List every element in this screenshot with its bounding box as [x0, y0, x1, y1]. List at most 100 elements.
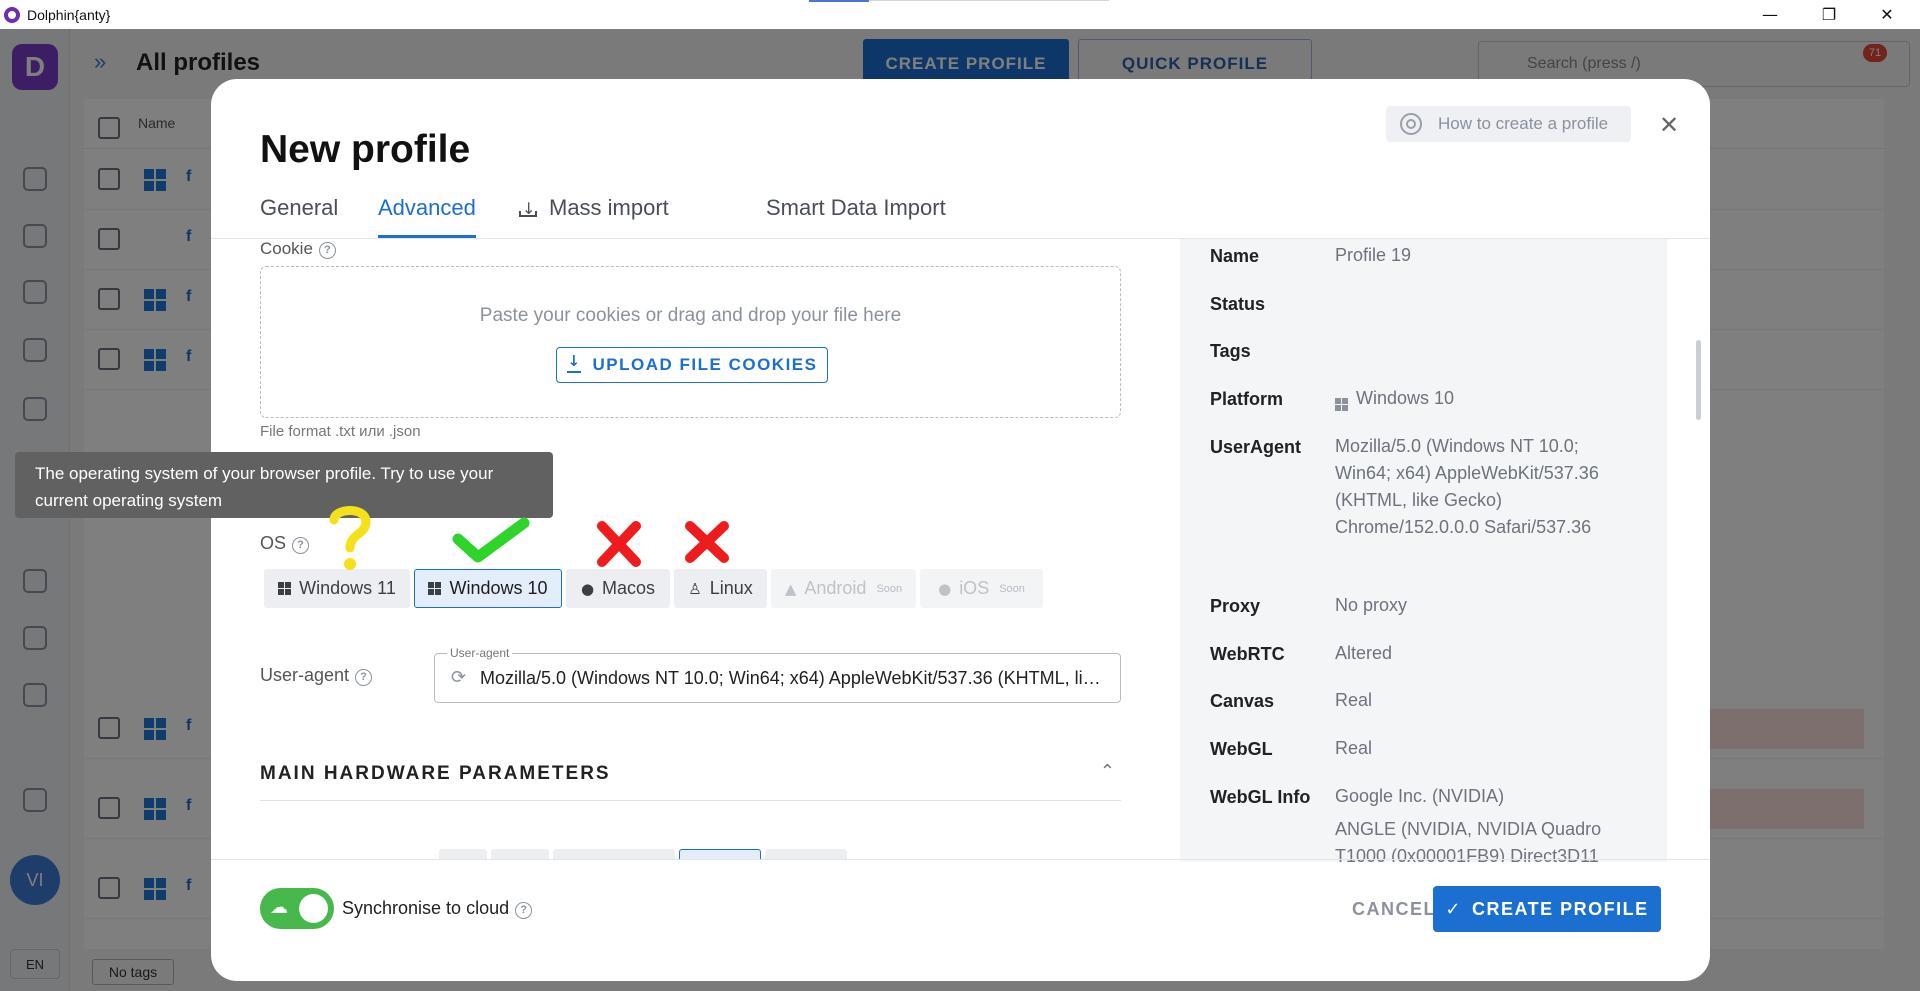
linux-icon: ♙	[688, 579, 702, 598]
app-logo-icon	[4, 6, 20, 23]
user-agent-field-label: User-agent	[447, 646, 513, 660]
os-option-windows-10[interactable]: Windows 10	[414, 569, 562, 608]
hardware-section-header[interactable]: MAIN HARDWARE PARAMETERS ⌃	[260, 761, 1121, 801]
cookie-label-text: Cookie	[260, 239, 313, 258]
summary-key: Canvas	[1210, 691, 1275, 711]
chevron-up-icon[interactable]: ⌃	[1100, 761, 1115, 782]
titlebar-accent-line	[869, 0, 1109, 1]
cross-annotation-icon	[597, 521, 641, 567]
os-option-label: Macos	[602, 578, 656, 598]
user-agent-input[interactable]: User-agent ⟳ Mozilla/5.0 (Windows NT 10.…	[434, 646, 1121, 703]
hardware-chip[interactable]	[439, 849, 487, 859]
summary-key: Tags	[1210, 341, 1251, 361]
upload-cookies-label: UPLOAD FILE COOKIES	[592, 355, 818, 374]
summary-value: Real	[1335, 690, 1373, 710]
summary-key: WebRTC	[1210, 644, 1285, 664]
summary-key: Platform	[1210, 389, 1284, 409]
os-option-windows-11[interactable]: Windows 11	[264, 569, 410, 608]
cloud-icon: ☁	[270, 897, 288, 918]
summary-value: Mozilla/5.0 (Windows NT 10.0; Win64; x64…	[1335, 436, 1599, 537]
summary-value: Profile 19	[1335, 245, 1412, 265]
new-profile-dialog: How to create a profile ✕ New profile Ge…	[211, 79, 1710, 981]
os-option-ios: ● iOS Soon	[920, 569, 1043, 608]
question-annotation-icon	[329, 506, 371, 570]
os-option-label: Android	[804, 578, 867, 598]
summary-platform-value: Windows 10	[1335, 385, 1635, 412]
tab-mass-import[interactable]: Mass import	[519, 192, 669, 238]
os-label: OS?	[260, 533, 310, 554]
cookie-help-icon[interactable]: ?	[318, 242, 336, 259]
soon-badge: Soon	[876, 582, 903, 595]
os-option-android: ▲ Android Soon	[771, 569, 916, 608]
cookie-dropzone-hint: Paste your cookies or drag and drop your…	[479, 305, 902, 326]
os-option-label: Linux	[709, 578, 753, 598]
summary-key: WebGL	[1210, 739, 1273, 759]
user-agent-label-text: User-agent	[260, 665, 350, 685]
soon-badge: Soon	[999, 582, 1025, 595]
how-to-create-label: How to create a profile	[1438, 114, 1609, 133]
os-label-text: OS	[260, 533, 287, 553]
summary-key: UserAgent	[1210, 437, 1302, 457]
summary-key: Status	[1210, 294, 1266, 314]
maximize-button[interactable]: ❐	[1805, 0, 1853, 29]
windows-icon	[1335, 398, 1348, 411]
os-help-icon[interactable]: ?	[292, 537, 310, 554]
refresh-icon[interactable]: ⟳	[451, 667, 466, 688]
tab-mass-import-label: Mass import	[549, 195, 669, 220]
os-option-label: iOS	[959, 578, 990, 598]
tab-general[interactable]: General	[260, 192, 338, 238]
cookie-dropzone[interactable]: Paste your cookies or drag and drop your…	[260, 266, 1121, 418]
hardware-chip[interactable]	[553, 849, 675, 859]
hardware-chip-selected[interactable]	[679, 849, 761, 859]
window-titlebar: Dolphin{anty} — ❐ ✕	[0, 0, 1920, 29]
summary-key: Name	[1210, 246, 1260, 266]
user-agent-label: User-agent?	[260, 665, 373, 686]
summary-value: Real	[1335, 738, 1373, 758]
check-annotation-icon	[452, 517, 530, 563]
summary-value: Google Inc. (NVIDIA)	[1335, 786, 1505, 806]
hardware-section-title: MAIN HARDWARE PARAMETERS	[260, 763, 611, 784]
cookie-label: Cookie?	[260, 239, 336, 259]
cookie-file-format: File format .txt или .json	[260, 423, 421, 440]
user-agent-help-icon[interactable]: ?	[355, 669, 373, 686]
cross-annotation-icon	[685, 521, 729, 563]
create-profile-label: CREATE PROFILE	[1471, 898, 1649, 919]
toggle-knob	[299, 894, 328, 923]
download-icon	[519, 193, 537, 225]
windows-icon	[428, 582, 442, 595]
tab-advanced[interactable]: Advanced	[378, 192, 476, 238]
create-profile-button[interactable]: ✓ CREATE PROFILE	[1433, 886, 1661, 932]
upload-icon	[566, 352, 582, 373]
windows-icon	[278, 582, 292, 595]
summary-value-detail: ANGLE (NVIDIA, NVIDIA Quadro T1000 (0x00…	[1335, 819, 1602, 862]
android-icon: ▲	[784, 579, 797, 598]
scrollbar-thumb[interactable]	[1696, 340, 1701, 420]
check-icon: ✓	[1445, 898, 1462, 920]
sync-cloud-toggle[interactable]: ☁	[260, 888, 334, 929]
os-tooltip: The operating system of your browser pro…	[15, 452, 553, 518]
apple-icon: ●	[580, 579, 595, 598]
tab-smart-data-import[interactable]: Smart Data Import	[766, 192, 946, 238]
sync-label-text: Synchronise to cloud	[342, 898, 510, 918]
summary-key: WebGL Info	[1210, 787, 1311, 807]
profile-summary-panel: Name Profile 19 Status Tags Platform Win…	[1180, 239, 1667, 862]
hardware-chip[interactable]	[491, 849, 549, 859]
os-option-linux[interactable]: ♙ Linux	[674, 569, 767, 608]
close-window-button[interactable]: ✕	[1863, 0, 1911, 29]
os-option-macos[interactable]: ● Macos	[566, 569, 670, 608]
lifebuoy-icon	[1400, 113, 1422, 135]
sync-label: Synchronise to cloud?	[342, 898, 533, 919]
os-option-label: Windows 11	[299, 578, 396, 598]
minimize-button[interactable]: —	[1746, 0, 1794, 29]
sync-help-icon[interactable]: ?	[515, 902, 533, 919]
close-dialog-icon[interactable]: ✕	[1652, 108, 1686, 142]
summary-value: Windows 10	[1356, 388, 1455, 408]
how-to-create-button[interactable]: How to create a profile	[1386, 106, 1631, 142]
summary-key: Proxy	[1210, 596, 1261, 616]
user-agent-value[interactable]: Mozilla/5.0 (Windows NT 10.0; Win64; x64…	[480, 668, 1105, 689]
titlebar-accent	[809, 0, 869, 2]
hardware-chip[interactable]	[765, 849, 847, 859]
os-option-label: Windows 10	[449, 578, 548, 598]
window-title: Dolphin{anty}	[27, 6, 111, 23]
upload-cookies-button[interactable]: UPLOAD FILE COOKIES	[556, 347, 828, 383]
